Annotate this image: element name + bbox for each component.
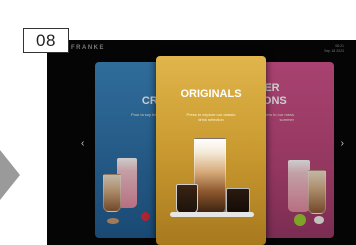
kiosk-screen: FRANKE 08:21 Sep 18 2023 COL CREAT Pour … xyxy=(47,40,356,245)
chevron-left-icon[interactable]: ‹ xyxy=(81,138,84,149)
card-title: ORIGINALS xyxy=(180,88,242,100)
step-number-badge: 08 xyxy=(23,28,69,53)
card-subtitle: Press to explore our classic drink selec… xyxy=(186,112,236,122)
pointer-arrow-icon xyxy=(0,150,20,200)
status-block: 08:21 Sep 18 2023 xyxy=(324,44,344,53)
status-date: Sep 18 2023 xyxy=(324,48,344,53)
saucer xyxy=(170,212,254,217)
latte-macchiato-glass-icon xyxy=(194,138,226,214)
latte-glass-icon xyxy=(103,174,121,212)
espresso-cup-icon xyxy=(176,184,198,214)
card-originals[interactable]: ORIGINALS Press to explore our classic d… xyxy=(156,56,266,245)
iced-latte-glass-icon xyxy=(308,170,326,214)
lime-icon xyxy=(294,214,306,226)
chevron-right-icon[interactable]: › xyxy=(341,138,344,149)
summer-drink-glass-icon xyxy=(288,160,310,212)
brand-logo: FRANKE xyxy=(71,45,105,51)
cookie-icon xyxy=(107,218,119,224)
flower-icon xyxy=(314,216,324,224)
strawberry-icon xyxy=(141,212,150,221)
